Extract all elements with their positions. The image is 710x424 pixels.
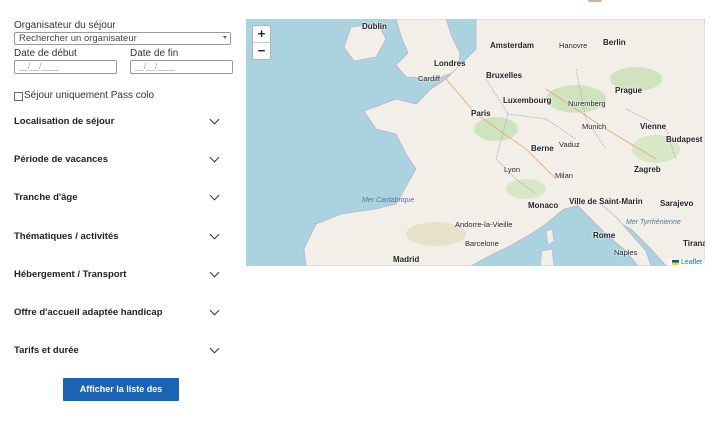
city-label: Vaduz <box>559 140 580 149</box>
accordion-title: Thématiques / activités <box>14 231 119 242</box>
city-label: Munich <box>582 122 607 131</box>
city-label: Berne <box>531 144 554 153</box>
show-list-button[interactable]: Afficher la liste des séjours <box>63 378 179 417</box>
city-label: Ville de Saint-Marin <box>569 197 643 206</box>
organizer-select[interactable]: Rechercher un organisateur <box>14 32 231 45</box>
city-label: Naples <box>614 248 638 257</box>
organizer-select-value: Rechercher un organisateur <box>19 33 137 44</box>
end-date-label: Date de fin <box>130 48 179 59</box>
accordion-hebergement[interactable]: Hébergement / Transport <box>14 267 224 285</box>
start-date-field[interactable]: __/__/____ <box>14 60 117 74</box>
city-label: Dublin <box>362 22 387 31</box>
top-decoration <box>588 0 602 2</box>
accordion-title: Période de vacances <box>14 154 108 165</box>
accordion-title: Hébergement / Transport <box>14 269 127 280</box>
city-label: Andorre-la-Vieille <box>455 220 513 229</box>
city-label: Cardiff <box>418 74 440 83</box>
europe-map[interactable]: + − Dublin Londres Amsterdam Berlin Brux… <box>246 19 705 266</box>
city-label: Budapest <box>666 135 703 144</box>
chevron-down-icon <box>209 267 220 278</box>
sea-label: Mer Cantabrique <box>362 197 415 204</box>
accordion-tarifs[interactable]: Tarifs et durée <box>14 343 224 361</box>
pass-colo-checkbox[interactable] <box>14 92 23 101</box>
leaflet-attribution[interactable]: Leaflet <box>668 259 705 266</box>
accordion-handicap[interactable]: Offre d'accueil adaptée handicap <box>14 305 224 323</box>
city-label: Barcelone <box>465 239 499 248</box>
accordion-title: Localisation de séjour <box>14 116 115 127</box>
zoom-control: + − <box>252 25 271 60</box>
chevron-down-icon <box>209 114 220 125</box>
chevron-down-icon <box>223 36 227 39</box>
city-label: Prague <box>615 86 643 95</box>
city-label: Luxembourg <box>503 96 552 105</box>
city-label: Lyon <box>504 165 520 174</box>
city-label: Londres <box>434 59 466 68</box>
city-label: Rome <box>593 231 616 240</box>
organizer-label: Organisateur du séjour <box>14 20 116 31</box>
accordion-localisation[interactable]: Localisation de séjour <box>14 114 224 132</box>
city-label: Bruxelles <box>486 71 523 80</box>
sea-label: Mer Tyrrhénienne <box>626 219 681 226</box>
pass-colo-label: Séjour uniquement Pass colo <box>24 90 155 101</box>
chevron-down-icon <box>209 152 220 163</box>
accordion-title: Offre d'accueil adaptée handicap <box>14 307 163 318</box>
city-label: Zagreb <box>634 165 661 174</box>
city-label: Berlin <box>603 38 626 47</box>
accordion-title: Tranche d'âge <box>14 192 78 203</box>
attribution-text: Leaflet <box>680 259 702 266</box>
city-label: Monaco <box>528 201 559 210</box>
accordion-periode[interactable]: Période de vacances <box>14 152 224 170</box>
accordion-thematiques[interactable]: Thématiques / activités <box>14 229 224 247</box>
city-label: Hanovre <box>559 41 588 50</box>
city-label: Milan <box>555 171 573 180</box>
chevron-down-icon <box>209 229 220 240</box>
leaflet-flag-icon <box>671 259 679 265</box>
city-label: Madrid <box>393 255 420 264</box>
filter-sidebar: Organisateur du séjour Rechercher un org… <box>0 0 240 417</box>
accordion-tranche-age[interactable]: Tranche d'âge <box>14 190 224 208</box>
chevron-down-icon <box>209 343 220 354</box>
accordion-title: Tarifs et durée <box>14 345 79 356</box>
zoom-in-button[interactable]: + <box>253 26 270 43</box>
chevron-down-icon <box>209 190 220 201</box>
city-label: Amsterdam <box>490 41 535 50</box>
start-date-label: Date de début <box>14 48 77 59</box>
zoom-out-button[interactable]: − <box>253 43 270 59</box>
city-label: Sarajevo <box>660 199 694 208</box>
chevron-down-icon <box>209 305 220 316</box>
city-label: Tirana <box>683 239 705 248</box>
city-label: Paris <box>471 109 491 118</box>
city-label: Nuremberg <box>568 99 606 108</box>
city-label: Vienne <box>640 122 667 131</box>
end-date-field[interactable]: __/__/____ <box>130 60 233 74</box>
